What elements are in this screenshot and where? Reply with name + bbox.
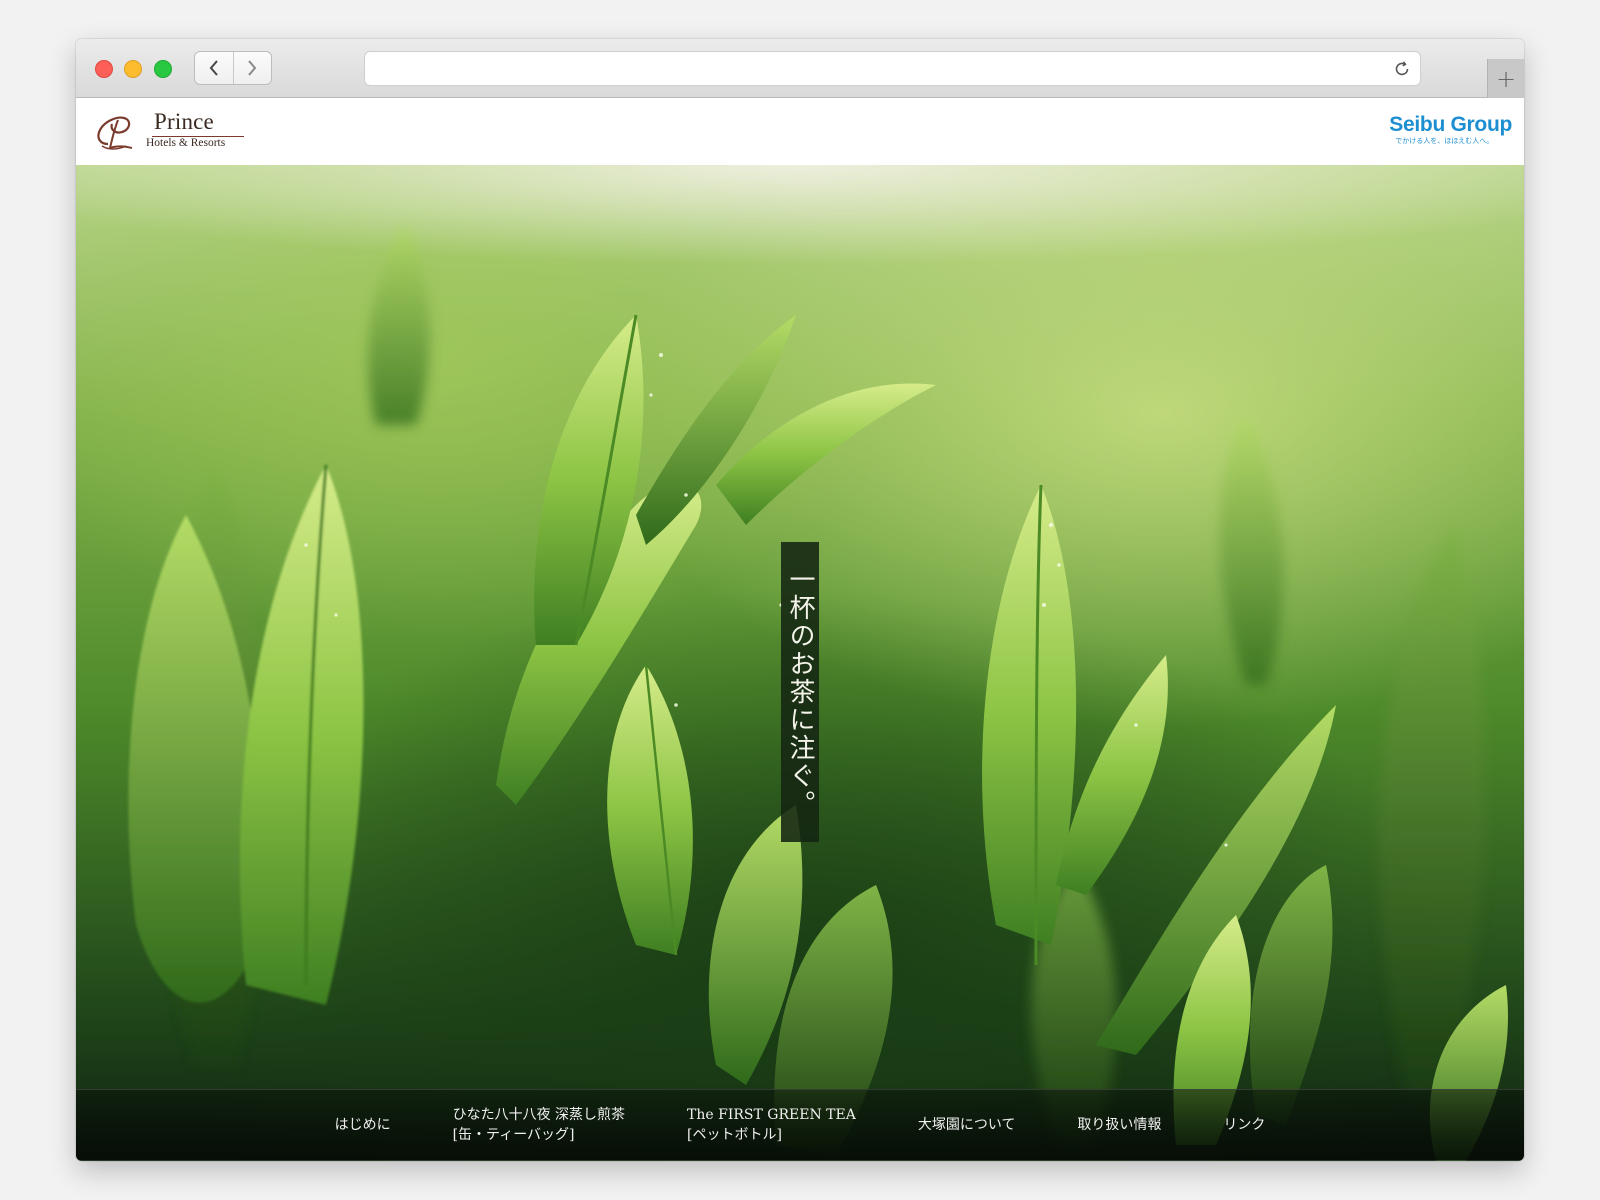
back-button[interactable] <box>195 52 233 84</box>
main-navigation: はじめに ひなた八十八夜 深蒸し煎茶 [缶・ティーバッグ] The FIRST … <box>76 1089 1524 1161</box>
nav-item-first-green-tea[interactable]: The FIRST GREEN TEA [ペットボトル] <box>687 1105 856 1145</box>
nav-item-retail-info[interactable]: 取り扱い情報 <box>1077 1115 1161 1135</box>
nav-item-about-otsukaen[interactable]: 大塚園について <box>918 1115 1016 1135</box>
nav-item-label: 大塚園について <box>917 1117 1016 1133</box>
plus-icon: + <box>1495 64 1517 93</box>
reload-button[interactable] <box>1392 59 1412 79</box>
nav-item-label: はじめに <box>334 1117 391 1133</box>
nav-item-hinata-sencha[interactable]: ひなた八十八夜 深蒸し煎茶 [缶・ティーバッグ] <box>453 1105 625 1145</box>
address-bar[interactable] <box>364 51 1421 86</box>
prince-hotels-logo[interactable]: Prince Hotels & Resorts <box>94 108 244 156</box>
browser-window: + Prince Hotels & Resorts Seibu Group でか… <box>76 39 1524 1161</box>
seibu-group-logo[interactable]: Seibu Group でかける人を、ほほえむ人へ。 <box>1389 114 1512 146</box>
prince-emblem-icon <box>97 116 133 150</box>
nav-item-label: The FIRST GREEN TEA <box>687 1107 856 1123</box>
nav-item-links[interactable]: リンク <box>1223 1115 1265 1135</box>
chevron-left-icon <box>209 60 218 76</box>
maximize-window-button[interactable] <box>154 60 172 78</box>
nav-item-label: リンク <box>1223 1117 1266 1133</box>
chevron-right-icon <box>248 60 257 76</box>
close-window-button[interactable] <box>95 60 113 78</box>
minimize-window-button[interactable] <box>124 60 142 78</box>
hero-tea-leaves-image: 一杯のお茶に注ぐ。 はじめに ひなた八十八夜 深蒸し煎茶 [缶・ティーバッグ] … <box>76 165 1524 1161</box>
browser-toolbar: + <box>76 39 1524 98</box>
nav-item-sublabel: [缶・ティーバッグ] <box>452 1127 575 1143</box>
new-tab-button[interactable]: + <box>1487 59 1524 98</box>
hero-tagline: 一杯のお茶に注ぐ。 <box>781 542 819 842</box>
nav-item-sublabel: [ペットボトル] <box>687 1127 782 1143</box>
reload-icon <box>1395 61 1409 76</box>
seibu-logo-tagline: でかける人を、ほほえむ人へ。 <box>1395 137 1494 145</box>
forward-button[interactable] <box>232 52 272 84</box>
prince-logo-subtitle: Hotels & Resorts <box>146 137 226 149</box>
nav-item-label: 取り扱い情報 <box>1077 1117 1162 1133</box>
nav-item-introduction[interactable]: はじめに <box>335 1115 391 1135</box>
history-nav <box>194 51 272 85</box>
prince-logo-text: Prince <box>154 109 214 134</box>
nav-item-label: ひなた八十八夜 深蒸し煎茶 <box>452 1107 626 1123</box>
site-header: Prince Hotels & Resorts Seibu Group でかける… <box>76 98 1524 165</box>
seibu-logo-text: Seibu Group <box>1389 113 1512 136</box>
